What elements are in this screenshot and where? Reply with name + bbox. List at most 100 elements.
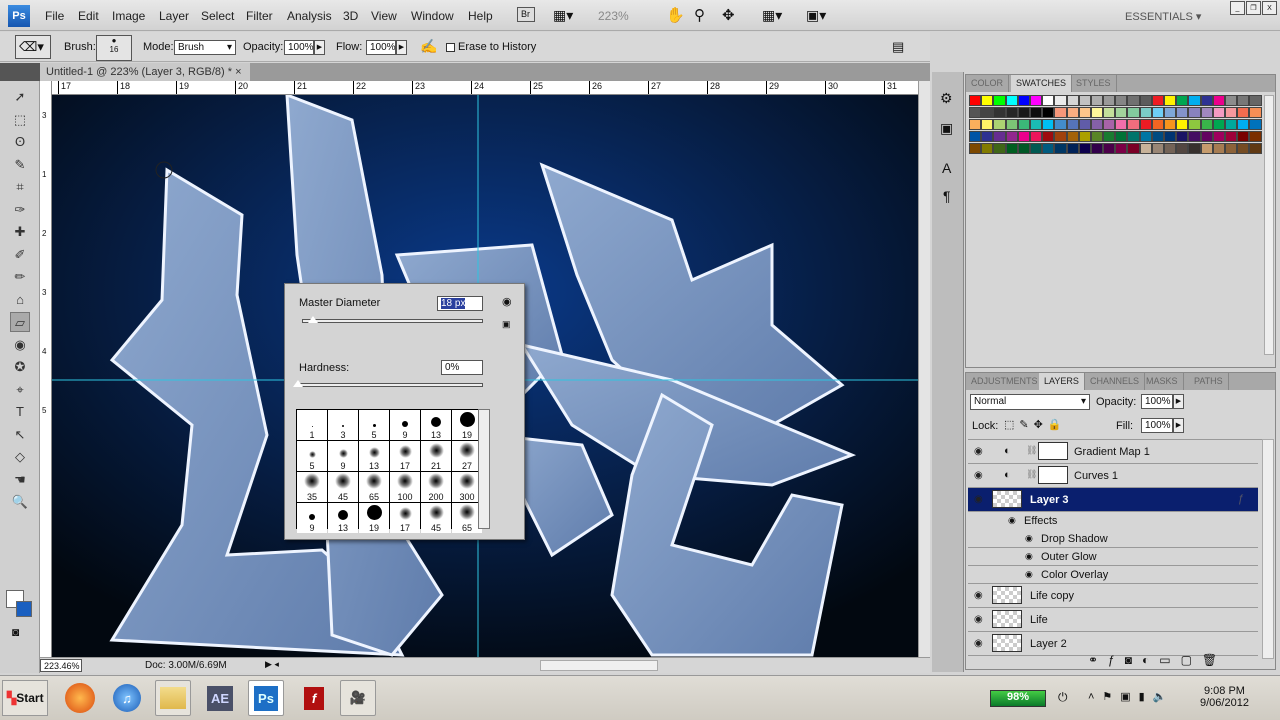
swatch[interactable]: [969, 95, 982, 106]
menu-3d[interactable]: 3D: [343, 9, 358, 23]
brush-preset[interactable]: 9: [390, 410, 420, 440]
swatch[interactable]: [981, 131, 994, 142]
swatch[interactable]: [1005, 143, 1018, 154]
workspace-switcher[interactable]: ESSENTIALS ▾: [1125, 10, 1201, 23]
hand-tool-icon[interactable]: ☚: [10, 470, 30, 490]
swatch[interactable]: [1090, 119, 1104, 130]
brush-menu-button[interactable]: ◉: [502, 295, 512, 308]
lock-icons[interactable]: ⬚✎✥🔒: [1004, 418, 1067, 431]
actions-icon[interactable]: ▣: [940, 120, 953, 137]
swatch[interactable]: [1090, 131, 1104, 142]
swatch[interactable]: [1164, 95, 1177, 106]
swatch[interactable]: [1115, 95, 1128, 106]
swatch[interactable]: [1090, 143, 1104, 154]
effects-eye-icon[interactable]: ◉: [1008, 515, 1016, 526]
swatch[interactable]: [1249, 143, 1262, 154]
flow-slider-button[interactable]: ▶: [396, 40, 407, 55]
tab-paths[interactable]: PATHS: [1189, 373, 1229, 390]
swatch[interactable]: [1066, 119, 1079, 130]
swatch[interactable]: [993, 107, 1006, 118]
swatch[interactable]: [1103, 107, 1116, 118]
swatch[interactable]: [1017, 95, 1030, 106]
effect-name[interactable]: Outer Glow: [1041, 551, 1097, 563]
master-diameter-slider-thumb[interactable]: [307, 316, 318, 323]
tab-layers[interactable]: LAYERS: [1039, 373, 1085, 390]
swatch[interactable]: [1151, 143, 1164, 154]
visibility-eye-icon[interactable]: ◉: [974, 638, 983, 649]
eyedropper-tool-icon[interactable]: ✑: [10, 200, 30, 220]
swatch[interactable]: [969, 131, 982, 142]
swatch[interactable]: [1200, 107, 1213, 118]
swatch[interactable]: [1176, 107, 1189, 118]
zoom-status-input[interactable]: 223.46%: [40, 659, 82, 672]
swatch[interactable]: [1042, 95, 1055, 106]
menu-view[interactable]: View: [371, 9, 397, 23]
swatch[interactable]: [1139, 95, 1152, 106]
menu-help[interactable]: Help: [468, 9, 493, 23]
swatch[interactable]: [993, 119, 1006, 130]
layer-row[interactable]: ◉ Life copy: [968, 584, 1258, 608]
visibility-eye-icon[interactable]: ◉: [974, 494, 983, 505]
swatch[interactable]: [1115, 107, 1128, 118]
tab-swatches[interactable]: SWATCHES: [1011, 75, 1073, 92]
swatch[interactable]: [1127, 107, 1140, 118]
swatch[interactable]: [1212, 107, 1225, 118]
panel-menu-icon[interactable]: ▤: [892, 39, 904, 55]
layer-opacity-slider[interactable]: ▶: [1173, 394, 1184, 409]
brush-preset[interactable]: 35: [297, 472, 327, 502]
history-icon[interactable]: ⚙: [940, 90, 953, 107]
swatch[interactable]: [1188, 131, 1201, 142]
fx-indicator-icon[interactable]: ƒ: [1238, 493, 1244, 505]
close-button[interactable]: X: [1262, 1, 1277, 15]
move-tool-icon[interactable]: ➚: [10, 87, 30, 107]
minimize-button[interactable]: _: [1230, 1, 1245, 15]
brush-preset[interactable]: 9: [297, 503, 327, 533]
quick-mask-icon[interactable]: ◙: [12, 625, 19, 639]
pen-tool-icon[interactable]: ⌖: [10, 380, 30, 400]
swatch[interactable]: [1017, 107, 1030, 118]
system-tray-icons[interactable]: ˄⚑▣▮🔈: [1088, 690, 1174, 703]
swatch[interactable]: [1200, 143, 1213, 154]
zoom-level-dropdown[interactable]: 223%: [598, 9, 629, 23]
swatch[interactable]: [1054, 95, 1067, 106]
master-diameter-input[interactable]: 18 px: [437, 296, 483, 311]
swatch[interactable]: [1188, 143, 1201, 154]
flow-input[interactable]: 100%: [366, 40, 396, 55]
swatch[interactable]: [1054, 131, 1067, 142]
clock[interactable]: 9:08 PM 9/06/2012: [1200, 685, 1249, 709]
swatch[interactable]: [1042, 143, 1055, 154]
history-brush-tool-icon[interactable]: ⌂: [10, 290, 30, 310]
swatch[interactable]: [1066, 107, 1079, 118]
swatch[interactable]: [1078, 119, 1091, 130]
brush-picker[interactable]: ● 16: [96, 35, 132, 61]
dodge-tool-icon[interactable]: ✪: [10, 357, 30, 377]
swatch[interactable]: [1127, 95, 1140, 106]
horizontal-scroll-thumb[interactable]: [540, 660, 658, 671]
effect-eye-icon[interactable]: ◉: [1025, 551, 1033, 562]
swatch[interactable]: [1249, 95, 1262, 106]
swatch[interactable]: [1115, 131, 1128, 142]
power-plug-icon[interactable]: ⏻: [1058, 690, 1068, 705]
swatch[interactable]: [1164, 131, 1177, 142]
healing-tool-icon[interactable]: ✚: [10, 222, 30, 242]
arrange-documents-icon[interactable]: ▦▾: [762, 7, 782, 24]
swatch[interactable]: [1151, 95, 1164, 106]
swatch[interactable]: [1029, 107, 1043, 118]
lasso-tool-icon[interactable]: ʘ: [10, 132, 30, 152]
master-diameter-slider[interactable]: [302, 319, 483, 323]
swatch[interactable]: [1029, 95, 1043, 106]
visibility-eye-icon[interactable]: ◉: [974, 470, 983, 481]
swatch[interactable]: [1078, 143, 1091, 154]
hand-tool-icon[interactable]: ✋: [666, 6, 685, 24]
menu-filter[interactable]: Filter: [246, 9, 273, 23]
fill-input[interactable]: 100%: [1141, 418, 1173, 433]
swatch[interactable]: [1176, 143, 1189, 154]
swatch[interactable]: [1249, 107, 1262, 118]
tab-adjustments[interactable]: ADJUSTMENTS: [966, 373, 1044, 390]
tab-masks[interactable]: MASKS: [1141, 373, 1184, 390]
swatch[interactable]: [1103, 131, 1116, 142]
document-size[interactable]: Doc: 3.00M/6.69M: [145, 660, 227, 671]
visibility-eye-icon[interactable]: ◉: [974, 446, 983, 457]
brush-preset[interactable]: 100: [390, 472, 420, 502]
swatch[interactable]: [1029, 131, 1043, 142]
